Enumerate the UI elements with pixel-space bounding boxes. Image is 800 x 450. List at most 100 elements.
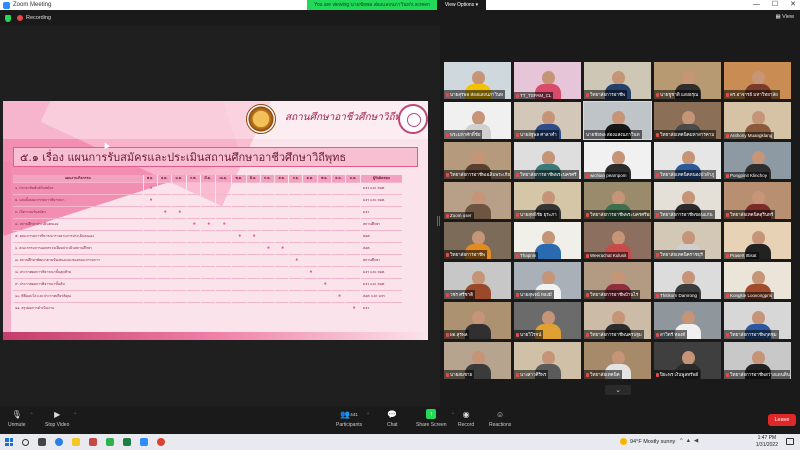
weather-widget[interactable]: 94°F Mostly sunny	[620, 438, 675, 445]
system-tray[interactable]: ^▲◀	[680, 438, 701, 444]
row-activity: ๓. เปิดระบบรับสมัคร	[13, 205, 144, 218]
task-view-icon[interactable]	[38, 438, 46, 446]
line-app-icon[interactable]	[106, 438, 114, 446]
leave-button[interactable]: Leave	[768, 414, 796, 426]
chat-button[interactable]: 💬 Chat	[387, 409, 398, 429]
participant-tile[interactable]: นายชัยพล ส่องแสงนภาวินท	[583, 101, 652, 140]
participant-tile[interactable]: ผอ.สุรพล	[444, 302, 511, 339]
caret-up-icon[interactable]: ^	[74, 411, 76, 416]
maximize-button[interactable]: ☐	[772, 0, 778, 10]
close-button[interactable]: ✕	[790, 0, 796, 10]
participant-tile[interactable]: wichian pearnpom	[584, 142, 651, 179]
schedule-cell	[331, 229, 347, 242]
participant-tile[interactable]: นายอัฐพล ศาลาคำ	[514, 102, 581, 139]
participant-tile[interactable]: พระมหาศักดิ์ชัย	[444, 102, 511, 139]
excel-icon[interactable]	[123, 438, 131, 446]
caret-up-icon[interactable]: ^	[31, 411, 33, 416]
participant-tile[interactable]: วิทยาลัยเทคนิค	[584, 342, 651, 379]
unmute-button[interactable]: 🎙 Unmute ^	[8, 409, 33, 429]
participant-tile[interactable]: นางสาวศิริพร	[514, 342, 581, 379]
zoom-taskbar-icon[interactable]	[140, 438, 148, 446]
schedule-cell	[288, 265, 304, 278]
participant-tile[interactable]: วิทยาลัยการอาชีพ	[444, 222, 511, 259]
participant-tile[interactable]: Anthony Muangklang	[724, 102, 791, 139]
table-row: ๑. ประชาสัมพันธ์รับสมัคร ● มจร และ สอศ.	[13, 181, 403, 194]
participant-name: นายชูชาติ แสงอรุณ	[660, 92, 699, 97]
participant-tile[interactable]: วชร ศรีชาติ	[444, 262, 511, 299]
participant-tile[interactable]: Weerachat Kulusit	[584, 222, 651, 259]
row-activity: ๑. ประชาสัมพันธ์รับสมัคร	[13, 181, 144, 194]
schedule-cell	[215, 289, 232, 302]
pane-resize-handle[interactable]	[437, 216, 440, 226]
participant-tile[interactable]: Kongkie Loovongpris	[724, 262, 791, 299]
minimize-button[interactable]: —	[753, 0, 760, 10]
file-explorer-icon[interactable]	[72, 438, 80, 446]
view-button[interactable]: ▦ View	[775, 14, 794, 20]
participant-tile[interactable]: วิทยาลัยการอาชีพกุดชุม	[724, 302, 791, 339]
participant-tile[interactable]: Zoom user	[444, 182, 511, 219]
participant-tile[interactable]: วิทยาลัยเทคนิคหนองบัวลำภู	[654, 142, 721, 179]
stop-video-button[interactable]: ▶ Stop Video ^	[45, 409, 76, 429]
security-shield-icon[interactable]	[5, 14, 11, 22]
participant-tile[interactable]: วิทยาลัยการอาชีพสว่างแดนดิน	[724, 342, 791, 379]
participant-tile[interactable]: Prasert Ittisat	[724, 222, 791, 259]
participant-tile[interactable]: วิทยาลัยการอาชีพเฉลิมพระเกียรติ	[444, 142, 511, 179]
participant-name: วิทยาลัยการอาชีพพระนครศรี	[520, 172, 577, 177]
powerpoint-icon[interactable]	[89, 438, 97, 446]
schedule-cell	[143, 301, 158, 314]
edge-browser-icon[interactable]	[55, 438, 63, 446]
participant-face	[541, 111, 555, 125]
participant-tile[interactable]: วิทยาลัยเทคนิคราชบุรี	[654, 222, 721, 259]
schedule-cell	[331, 205, 347, 218]
participant-tile[interactable]: วิทยาลัยการอาชีพขอนแก่น	[654, 182, 721, 219]
caret-up-icon[interactable]: ^	[367, 411, 369, 416]
search-icon[interactable]	[22, 438, 29, 446]
reactions-button[interactable]: ☺ Reactions	[489, 409, 511, 429]
participant-face	[471, 111, 485, 125]
notification-icon[interactable]	[786, 438, 794, 445]
windows-start-icon[interactable]	[5, 438, 13, 446]
participant-name-label: นายสมชาย	[444, 370, 475, 379]
participant-face	[541, 311, 555, 325]
gallery-next-page-button[interactable]: ⌄	[605, 385, 631, 395]
participant-tile[interactable]: Pongpinit Klinchoy	[724, 142, 791, 179]
view-options-button[interactable]: View Options ▾	[436, 0, 487, 10]
participant-tile[interactable]: นายวิโรจน์	[514, 302, 581, 339]
institution-seal-logo	[246, 104, 276, 134]
caret-up-icon[interactable]: ^	[452, 411, 454, 416]
participant-tile[interactable]: วิทยาลัยเทคนิคสุรินทร์	[724, 182, 791, 219]
participant-name-label: วิทยาลัยการอาชีพพระนครศรีอยุธยา	[584, 210, 650, 219]
network-icon[interactable]: ▲	[686, 438, 694, 444]
record-button[interactable]: ◉ Record	[458, 409, 474, 429]
participant-tile[interactable]: ปิยะพร เงินพูลทรัพย์	[654, 342, 721, 379]
participant-tile[interactable]: วิทยาลัยการอาชีพ	[584, 62, 651, 99]
participant-tile[interactable]: นายสมชาย	[444, 342, 511, 379]
participant-face	[611, 191, 625, 205]
share-banner-message: You are viewing นายชัยพล ส่องแสงนภาวินท'…	[307, 0, 437, 10]
participant-tile[interactable]: นายสุรพล ส่องแสงนภาวินท	[444, 62, 511, 99]
share-screen-button[interactable]: ↑ Share Screen ^	[416, 409, 454, 428]
schedule-cell	[200, 193, 216, 206]
participant-tile[interactable]: Thitikorn Damrong	[654, 262, 721, 299]
participant-name: ดร.อาจารย์ มหาวิทยาลัย	[730, 92, 778, 97]
schedule-cell	[171, 241, 187, 254]
participant-tile[interactable]: วิทยาลัยการอาชีพบ้านไร่	[584, 262, 651, 299]
participant-tile[interactable]: TT_TSPAM_CL	[514, 62, 581, 99]
participant-tile[interactable]: สาวิตรี ทองดี	[654, 302, 721, 339]
participant-tile[interactable]: วิทยาลัยการอาชีพนครปฐม	[584, 302, 651, 339]
header-month: ธ.ค.	[157, 175, 172, 182]
participant-tile[interactable]: วิทยาลัยการอาชีพพระนครศรีอยุธยา	[584, 182, 651, 219]
participant-tile[interactable]: นายชูชาติ แสงอรุณ	[654, 62, 721, 99]
chrome-icon[interactable]	[157, 438, 165, 446]
participant-tile[interactable]: นายสุพจน์ ทองมี	[514, 262, 581, 299]
schedule-cell	[302, 277, 318, 290]
participant-tile[interactable]: Thapnin	[514, 222, 581, 259]
microphone-muted-icon	[656, 172, 659, 177]
participant-tile[interactable]: วิทยาลัยการอาชีพพระนครศรี	[514, 142, 581, 179]
participants-button[interactable]: 👥 441 Participants ^	[336, 409, 369, 429]
participant-tile[interactable]: นายสุทธิชัย ยุระภา	[514, 182, 581, 219]
volume-icon[interactable]: ◀	[694, 438, 701, 444]
taskbar-clock[interactable]: 1:47 PM 1/31/2022	[756, 435, 778, 449]
participant-tile[interactable]: วิทยาลัยเทคนิคมหาสารคาม	[654, 102, 721, 139]
participant-tile[interactable]: ดร.อาจารย์ มหาวิทยาลัย	[724, 62, 791, 99]
